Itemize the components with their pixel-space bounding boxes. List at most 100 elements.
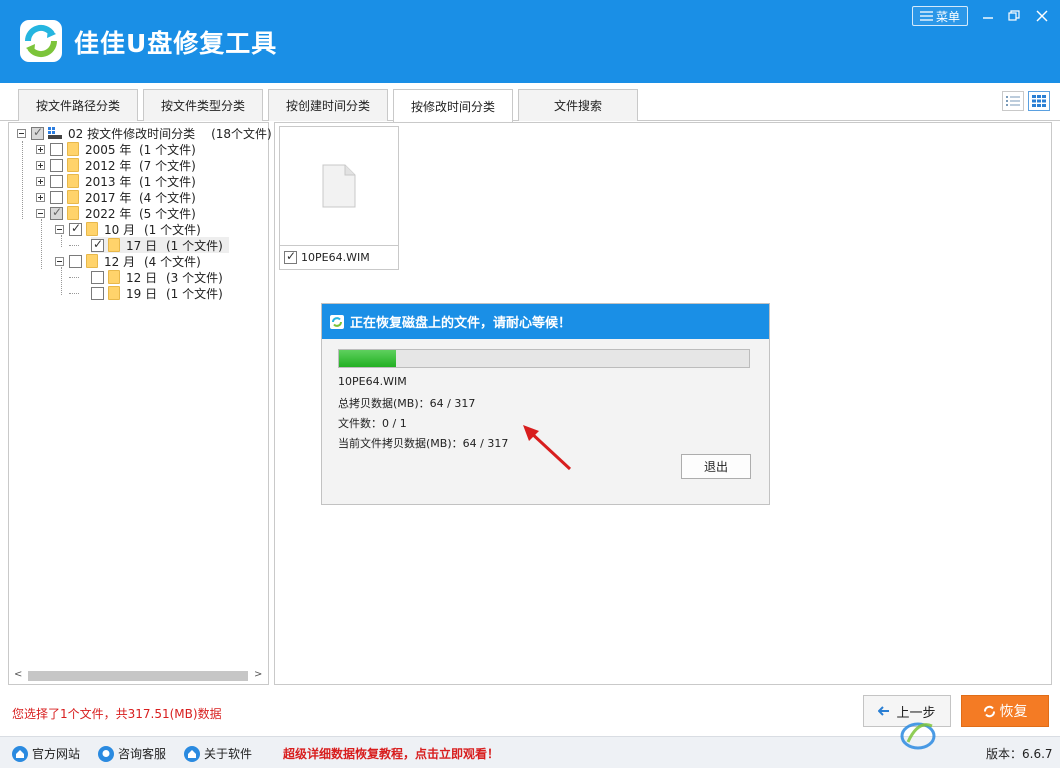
tree-checkbox[interactable]	[91, 237, 104, 252]
refresh-icon	[330, 314, 344, 329]
file-preview	[280, 127, 398, 245]
tree-item-count: (1 个文件)	[139, 174, 196, 189]
tree-item-december[interactable]: 12 月 (4 个文件)	[55, 253, 201, 269]
annotation-arrow-icon	[523, 425, 572, 471]
tutorial-promo-link[interactable]: 超级详细数据恢复教程，点击立即观看！	[283, 745, 499, 762]
restore-button[interactable]	[1002, 6, 1026, 26]
scrollbar-thumb[interactable]	[28, 671, 248, 681]
minimize-button[interactable]	[976, 6, 1000, 26]
close-button[interactable]	[1030, 6, 1054, 26]
tree-checkbox[interactable]	[31, 125, 44, 140]
about-software-label: 关于软件	[204, 747, 253, 761]
tree-item-day-12[interactable]: 12 日 (3 个文件)	[91, 269, 223, 285]
tree-item-label: 2012 年	[85, 158, 132, 173]
folder-icon	[67, 174, 79, 188]
dialog-header: 正在恢复磁盘上的文件，请耐心等候！	[322, 304, 769, 339]
tree-checkbox[interactable]	[50, 158, 63, 172]
tree-checkbox[interactable]	[50, 205, 63, 220]
folder-icon	[67, 142, 79, 156]
tab-by-type[interactable]: 按文件类型分类	[143, 89, 263, 121]
app-title: 佳佳U盘修复工具	[74, 29, 278, 58]
tree-item-label: 2017 年	[85, 190, 132, 205]
folder-icon	[67, 158, 79, 172]
tree-item-day-17[interactable]: 17 日 (1 个文件)	[91, 237, 229, 253]
tree-item-label: 19 日	[126, 286, 158, 301]
total-copied-value: 64 / 317	[429, 397, 476, 410]
tree-item-count: (3 个文件)	[166, 270, 223, 285]
grid-view-icon	[1032, 95, 1046, 107]
tree-item-label: 2005 年	[85, 142, 132, 157]
close-icon	[1036, 10, 1048, 22]
tab-by-modified-time[interactable]: 按修改时间分类	[393, 89, 513, 122]
list-view-button[interactable]	[1002, 91, 1024, 111]
tree-checkbox[interactable]	[91, 286, 104, 300]
list-view-icon	[1006, 96, 1020, 106]
customer-service-link[interactable]: 咨询客服	[98, 745, 166, 762]
expand-icon[interactable]	[36, 176, 45, 186]
tree-item-2013[interactable]: 2013 年 (1 个文件)	[36, 173, 196, 189]
menu-icon	[919, 11, 933, 21]
tree-item-count: (1 个文件)	[166, 286, 223, 301]
scroll-left-icon[interactable]: <	[14, 669, 22, 680]
tree-item-label: 2022 年	[85, 206, 132, 221]
tree-checkbox[interactable]	[50, 190, 63, 204]
menu-button[interactable]: 菜单	[912, 6, 968, 26]
tree-item-october[interactable]: 10 月 (1 个文件)	[55, 221, 201, 237]
menu-label: 菜单	[935, 9, 960, 24]
file-count-label: 文件数：	[338, 417, 382, 430]
collapse-icon[interactable]	[17, 128, 26, 138]
tree-root[interactable]: 02 按文件修改时间分类 (18个文件)	[17, 125, 272, 141]
home-icon	[12, 745, 28, 762]
tree-item-label: 12 月	[104, 254, 136, 269]
folder-icon	[67, 206, 79, 220]
tree-item-count: (1 个文件)	[166, 238, 223, 253]
expand-icon[interactable]	[36, 160, 45, 170]
tree-checkbox[interactable]	[50, 142, 63, 156]
collapse-icon[interactable]	[36, 208, 45, 218]
file-count: 文件数：0 / 1	[338, 415, 407, 431]
collapse-icon[interactable]	[55, 256, 64, 266]
progress-bar	[338, 349, 750, 368]
drive-icon	[48, 127, 62, 139]
folder-icon	[108, 238, 120, 252]
tree-checkbox[interactable]	[91, 270, 104, 284]
expand-icon[interactable]	[36, 192, 45, 202]
about-software-link[interactable]: 关于软件	[184, 745, 252, 762]
collapse-icon[interactable]	[55, 224, 64, 234]
tree-item-label: 12 日	[126, 270, 158, 285]
tree-root-label: 02 按文件修改时间分类	[68, 126, 196, 141]
title-bar: 佳佳U盘修复工具 菜单	[0, 0, 1060, 83]
tree-checkbox[interactable]	[50, 174, 63, 188]
horizontal-scrollbar[interactable]: < >	[9, 668, 268, 684]
official-site-label: 官方网站	[32, 747, 81, 761]
file-count-value: 0 / 1	[382, 417, 407, 430]
folder-icon	[86, 222, 98, 236]
file-card[interactable]: 10PE64.WIM	[279, 126, 399, 270]
tab-by-created-time[interactable]: 按创建时间分类	[268, 89, 388, 121]
tree-item-2005[interactable]: 2005 年 (1 个文件)	[36, 141, 196, 157]
exit-button[interactable]: 退出	[681, 454, 751, 479]
tree-checkbox[interactable]	[69, 221, 82, 236]
tree-item-2017[interactable]: 2017 年 (4 个文件)	[36, 189, 196, 205]
current-file-copied-label: 当前文件拷贝数据(MB)：	[338, 437, 463, 450]
expand-icon[interactable]	[36, 144, 45, 154]
scroll-right-icon[interactable]: >	[254, 669, 262, 680]
official-site-link[interactable]: 官方网站	[12, 745, 80, 762]
tree-item-day-19[interactable]: 19 日 (1 个文件)	[91, 285, 223, 301]
grid-view-button[interactable]	[1028, 91, 1050, 111]
current-file-name: 10PE64.WIM	[338, 375, 407, 388]
file-icon	[322, 164, 356, 208]
chat-icon	[98, 745, 114, 762]
file-checkbox[interactable]	[284, 249, 297, 264]
progress-fill	[339, 350, 397, 367]
folder-tree-panel[interactable]: 02 按文件修改时间分类 (18个文件) 2005 年 (1 个文件) 2012…	[8, 122, 272, 685]
tab-file-search[interactable]: 文件搜索	[518, 89, 638, 121]
tree-item-count: (1 个文件)	[144, 222, 201, 237]
tree-item-label: 2013 年	[85, 174, 132, 189]
tree-item-2022[interactable]: 2022 年 (5 个文件)	[36, 205, 196, 221]
tree-checkbox[interactable]	[69, 254, 82, 268]
tree-item-2012[interactable]: 2012 年 (7 个文件)	[36, 157, 196, 173]
folder-icon	[67, 190, 79, 204]
tab-by-path[interactable]: 按文件路径分类	[18, 89, 138, 121]
current-file-copied: 当前文件拷贝数据(MB)：64 / 317	[338, 435, 508, 451]
